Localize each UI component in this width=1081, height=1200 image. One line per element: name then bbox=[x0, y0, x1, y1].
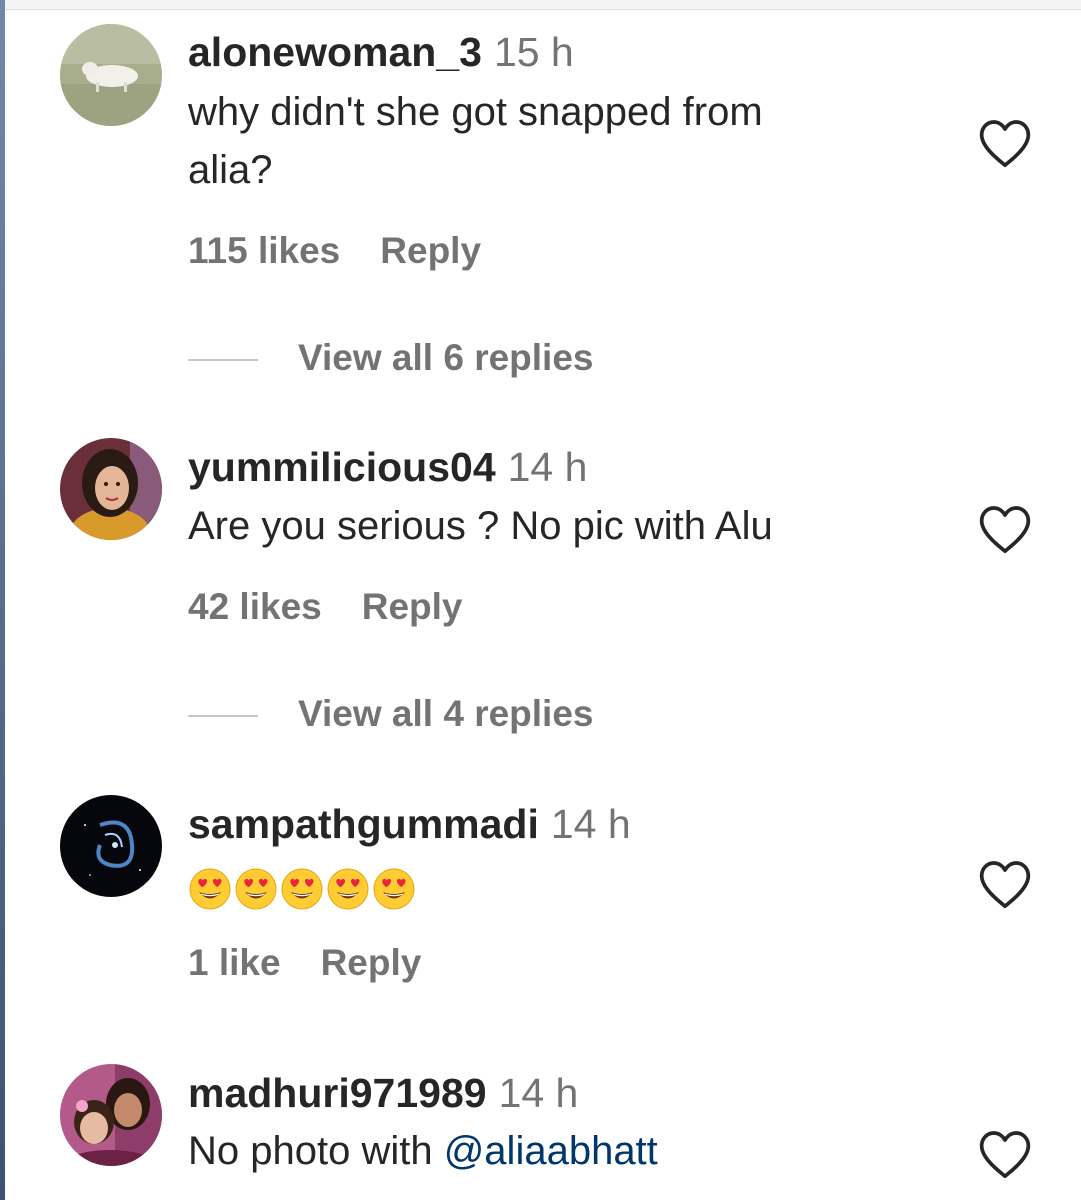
username[interactable]: yummilicious04 bbox=[188, 444, 496, 490]
username[interactable]: alonewoman_3 bbox=[188, 29, 482, 75]
window-edge-left bbox=[0, 0, 5, 1200]
avatar[interactable] bbox=[60, 24, 162, 126]
comment-actions: 42 likes Reply bbox=[188, 586, 463, 628]
likes-count[interactable]: 1 like bbox=[188, 942, 281, 983]
comment-actions: 115 likes Reply bbox=[188, 230, 481, 272]
comment-text: No photo with @aliaabhatt bbox=[188, 1122, 908, 1180]
avatar-image-mother-child bbox=[60, 1064, 162, 1166]
heart-eyes-emoji-icon bbox=[373, 868, 415, 910]
comment-text: Are you serious ? No pic with Alu bbox=[188, 497, 908, 555]
replies-divider-line bbox=[188, 715, 258, 718]
replies-divider-line bbox=[188, 359, 258, 362]
comment-text-line: why didn't she got snapped from bbox=[188, 90, 763, 134]
comment-header: madhuri971989 14 h bbox=[188, 1069, 578, 1117]
avatar[interactable] bbox=[60, 795, 162, 897]
username[interactable]: sampathgummadi bbox=[188, 801, 539, 847]
heart-outline-icon[interactable] bbox=[977, 503, 1033, 555]
comment-header: alonewoman_3 15 h bbox=[188, 28, 574, 76]
heart-outline-icon[interactable] bbox=[977, 117, 1033, 169]
timestamp[interactable]: 14 h bbox=[551, 801, 631, 847]
comment-header: yummilicious04 14 h bbox=[188, 443, 587, 491]
avatar-image-galaxy bbox=[60, 795, 162, 897]
comment-text: why didn't she got snapped from alia? bbox=[188, 83, 908, 199]
heart-eyes-emoji-icon bbox=[189, 868, 231, 910]
likes-count[interactable]: 115 likes bbox=[188, 230, 340, 271]
reply-button[interactable]: Reply bbox=[380, 230, 481, 271]
avatar[interactable] bbox=[60, 1064, 162, 1166]
heart-eyes-emoji-icon bbox=[281, 868, 323, 910]
likes-count[interactable]: 42 likes bbox=[188, 586, 322, 627]
comment-text-line: Are you serious ? No pic with Alu bbox=[188, 504, 773, 548]
comment-actions: 1 like Reply bbox=[188, 942, 421, 984]
view-replies-button[interactable]: View all 6 replies bbox=[188, 337, 594, 379]
window-edge-top bbox=[5, 0, 1081, 10]
reply-button[interactable]: Reply bbox=[362, 586, 463, 627]
view-replies-label: View all 6 replies bbox=[298, 337, 594, 378]
heart-eyes-emoji-icon bbox=[327, 868, 369, 910]
emoji-row bbox=[188, 867, 416, 911]
timestamp[interactable]: 14 h bbox=[499, 1070, 579, 1116]
avatar-image-woman bbox=[60, 438, 162, 540]
comment-header: sampathgummadi 14 h bbox=[188, 800, 631, 848]
view-replies-label: View all 4 replies bbox=[298, 693, 594, 734]
comment-text-line: alia? bbox=[188, 148, 273, 192]
view-replies-button[interactable]: View all 4 replies bbox=[188, 693, 594, 735]
reply-button[interactable]: Reply bbox=[321, 942, 422, 983]
heart-outline-icon[interactable] bbox=[977, 858, 1033, 910]
comment-text bbox=[188, 858, 908, 910]
heart-outline-icon[interactable] bbox=[977, 1128, 1033, 1180]
username[interactable]: madhuri971989 bbox=[188, 1070, 487, 1116]
timestamp[interactable]: 15 h bbox=[494, 29, 574, 75]
heart-eyes-emoji-icon bbox=[235, 868, 277, 910]
avatar[interactable] bbox=[60, 438, 162, 540]
avatar-image-cow bbox=[60, 24, 162, 126]
timestamp[interactable]: 14 h bbox=[508, 444, 588, 490]
mention-link[interactable]: @aliaabhatt bbox=[444, 1129, 658, 1173]
comment-text-prefix: No photo with bbox=[188, 1129, 444, 1173]
